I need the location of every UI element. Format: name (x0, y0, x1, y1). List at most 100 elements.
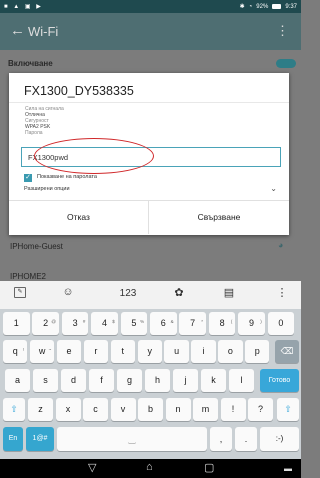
key[interactable]: b (138, 398, 163, 421)
key-label: 3 (72, 318, 78, 328)
key[interactable]: z (28, 398, 53, 421)
key-label: 4 (101, 318, 107, 328)
key[interactable]: 9) (238, 312, 265, 335)
shift-key-icon[interactable]: ⇧ (3, 398, 25, 421)
password-label: Парола (25, 130, 43, 136)
key[interactable]: ? (248, 398, 273, 421)
key[interactable]: g (117, 369, 142, 392)
key[interactable]: s (33, 369, 58, 392)
numpad-button[interactable]: 123 (113, 288, 143, 299)
shift-key-icon[interactable]: ⇧ (277, 398, 299, 421)
highlight-annotation (34, 138, 154, 174)
show-password-checkbox[interactable]: ✓ (24, 174, 32, 182)
key[interactable]: u (164, 340, 189, 363)
key[interactable]: 4 $ (91, 312, 118, 335)
keyboard-mode-icon[interactable]: ▤ (217, 286, 241, 299)
key[interactable]: 5% (120, 312, 148, 335)
page-title: Wi-Fi (28, 24, 59, 39)
wifi-toggle[interactable] (276, 59, 296, 68)
key[interactable]: t (110, 340, 135, 363)
key-label: b (147, 404, 153, 414)
show-password-label[interactable]: Показване на паролата (37, 174, 97, 180)
key[interactable]: c (83, 398, 108, 421)
key-sublabel: # (82, 319, 86, 324)
connect-button[interactable]: Свързване (149, 201, 289, 234)
key-label: m (201, 404, 210, 414)
key[interactable]: 8( (208, 312, 236, 335)
key[interactable]: d (61, 369, 86, 392)
key-label: 2 (43, 318, 49, 328)
key[interactable]: a (5, 369, 30, 392)
key[interactable]: 3 # (61, 312, 89, 335)
key-label: h (154, 375, 160, 385)
home-icon[interactable]: ⌂ (146, 461, 153, 473)
key-label: 1 (13, 318, 19, 328)
key-label: k (211, 375, 216, 385)
network-item[interactable]: IPHOME2 (10, 272, 46, 281)
key-label: t (121, 346, 125, 356)
chevron-down-icon[interactable]: ⌄ (270, 184, 277, 193)
key-label: 8 (219, 318, 225, 328)
clock: 9:37 (285, 3, 297, 10)
key-label: 9 (248, 318, 254, 328)
key[interactable]: e (56, 340, 82, 363)
advanced-options-label[interactable]: Разширени опции (24, 186, 70, 192)
key[interactable]: n (165, 398, 191, 421)
key-label: 5 (131, 318, 137, 328)
back-arrow-icon[interactable]: ← (10, 22, 25, 39)
spacebar[interactable]: ‿ (57, 427, 207, 451)
key-label: j (184, 375, 187, 385)
key[interactable]: i (191, 340, 216, 363)
key-label: 0 (278, 318, 284, 328)
key[interactable]: r (83, 340, 109, 363)
key[interactable]: q! (3, 340, 28, 363)
key[interactable]: h (145, 369, 170, 392)
key-label: e (66, 346, 72, 356)
period-key[interactable]: . (235, 427, 257, 451)
key[interactable]: 0 (267, 312, 295, 335)
notification-icons: ■ ▲ ▣ ▶ (4, 4, 43, 10)
key[interactable]: ! (220, 398, 246, 421)
key[interactable]: 6 & (150, 312, 177, 335)
done-key[interactable]: Готово (260, 369, 299, 392)
battery-icon (272, 4, 282, 9)
language-key[interactable]: En (3, 427, 23, 451)
wifi-icon: ◔ (248, 3, 253, 10)
back-icon[interactable]: ▽ (88, 461, 96, 474)
theme-palette-icon[interactable]: ✿ (167, 286, 191, 299)
emoji-icon[interactable]: ☺ (56, 286, 80, 298)
symbols-key[interactable]: 1@# (26, 427, 54, 451)
recent-apps-icon[interactable]: ▢ (204, 461, 214, 474)
key[interactable]: 7 * (179, 312, 206, 335)
key[interactable]: 2 @ (32, 312, 59, 335)
divider (9, 102, 289, 103)
keyboard-icon[interactable]: ▬ (284, 464, 292, 473)
key-sublabel: ~ (48, 347, 52, 352)
more-options-icon[interactable]: ⋮ (270, 286, 294, 299)
key[interactable]: p (245, 340, 270, 363)
key[interactable]: f (89, 369, 114, 392)
key[interactable]: v (110, 398, 136, 421)
dialog-title: FX1300_DY538335 (24, 84, 134, 98)
key-label: d (70, 375, 76, 385)
key-label: n (175, 404, 181, 414)
comma-key[interactable]: , (210, 427, 232, 451)
key[interactable]: w ~ (29, 340, 55, 363)
backspace-key-icon[interactable]: ⌫ (275, 340, 299, 363)
emoticon-key[interactable]: :-) (260, 427, 299, 451)
key[interactable]: k (201, 369, 226, 392)
network-item[interactable]: IPHome-Guest (10, 242, 63, 251)
key[interactable]: 1 (3, 312, 30, 335)
overflow-menu-icon[interactable]: ⋮ (276, 23, 289, 39)
key[interactable]: y (137, 340, 162, 363)
key[interactable]: j (173, 369, 198, 392)
key-label: y (147, 346, 152, 356)
key[interactable]: o (218, 340, 243, 363)
keyboard-toolbar: ✎ ☺ 123 ✿ ▤ ⋮ (0, 281, 301, 309)
key[interactable]: l (229, 369, 254, 392)
key[interactable]: x (55, 398, 81, 421)
cancel-button[interactable]: Отказ (9, 201, 148, 234)
app-bar: ← Wi-Fi ⋮ (0, 13, 301, 50)
key[interactable]: m (193, 398, 218, 421)
keyboard-settings-icon[interactable]: ✎ (14, 287, 26, 298)
